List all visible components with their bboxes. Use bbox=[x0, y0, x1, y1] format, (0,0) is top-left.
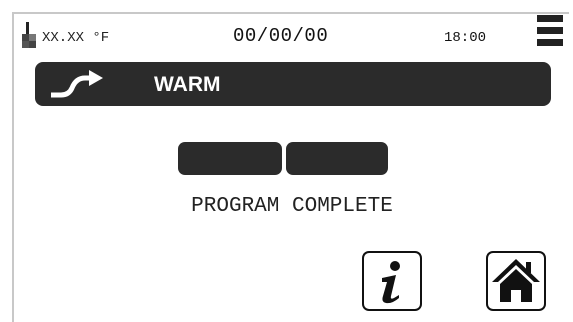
controller-screen: XX.XX °F 00/00/00 18:00 WARM PROGRAM COM… bbox=[12, 12, 569, 322]
progress-bar bbox=[178, 142, 390, 175]
menu-button[interactable] bbox=[537, 15, 563, 47]
menu-icon-bar-2 bbox=[537, 27, 563, 34]
title-bar: WARM bbox=[35, 62, 551, 106]
program-status-text: PROGRAM COMPLETE bbox=[191, 195, 393, 218]
time-readout: 18:00 bbox=[444, 30, 487, 46]
home-button[interactable] bbox=[486, 251, 546, 311]
home-icon bbox=[492, 259, 540, 302]
info-icon bbox=[382, 261, 400, 304]
progress-segment bbox=[286, 142, 388, 175]
thermometer-icon bbox=[22, 22, 36, 48]
info-button[interactable] bbox=[362, 251, 422, 311]
page-title: WARM bbox=[154, 73, 221, 96]
date-readout: 00/00/00 bbox=[233, 25, 329, 47]
status-bar: XX.XX °F 00/00/00 18:00 bbox=[14, 14, 569, 58]
progress-segment bbox=[178, 142, 282, 175]
menu-icon bbox=[537, 15, 563, 22]
ramp-arrow-icon bbox=[51, 70, 103, 98]
temperature-readout: XX.XX °F bbox=[42, 30, 110, 46]
menu-icon-bar-3 bbox=[537, 39, 563, 46]
